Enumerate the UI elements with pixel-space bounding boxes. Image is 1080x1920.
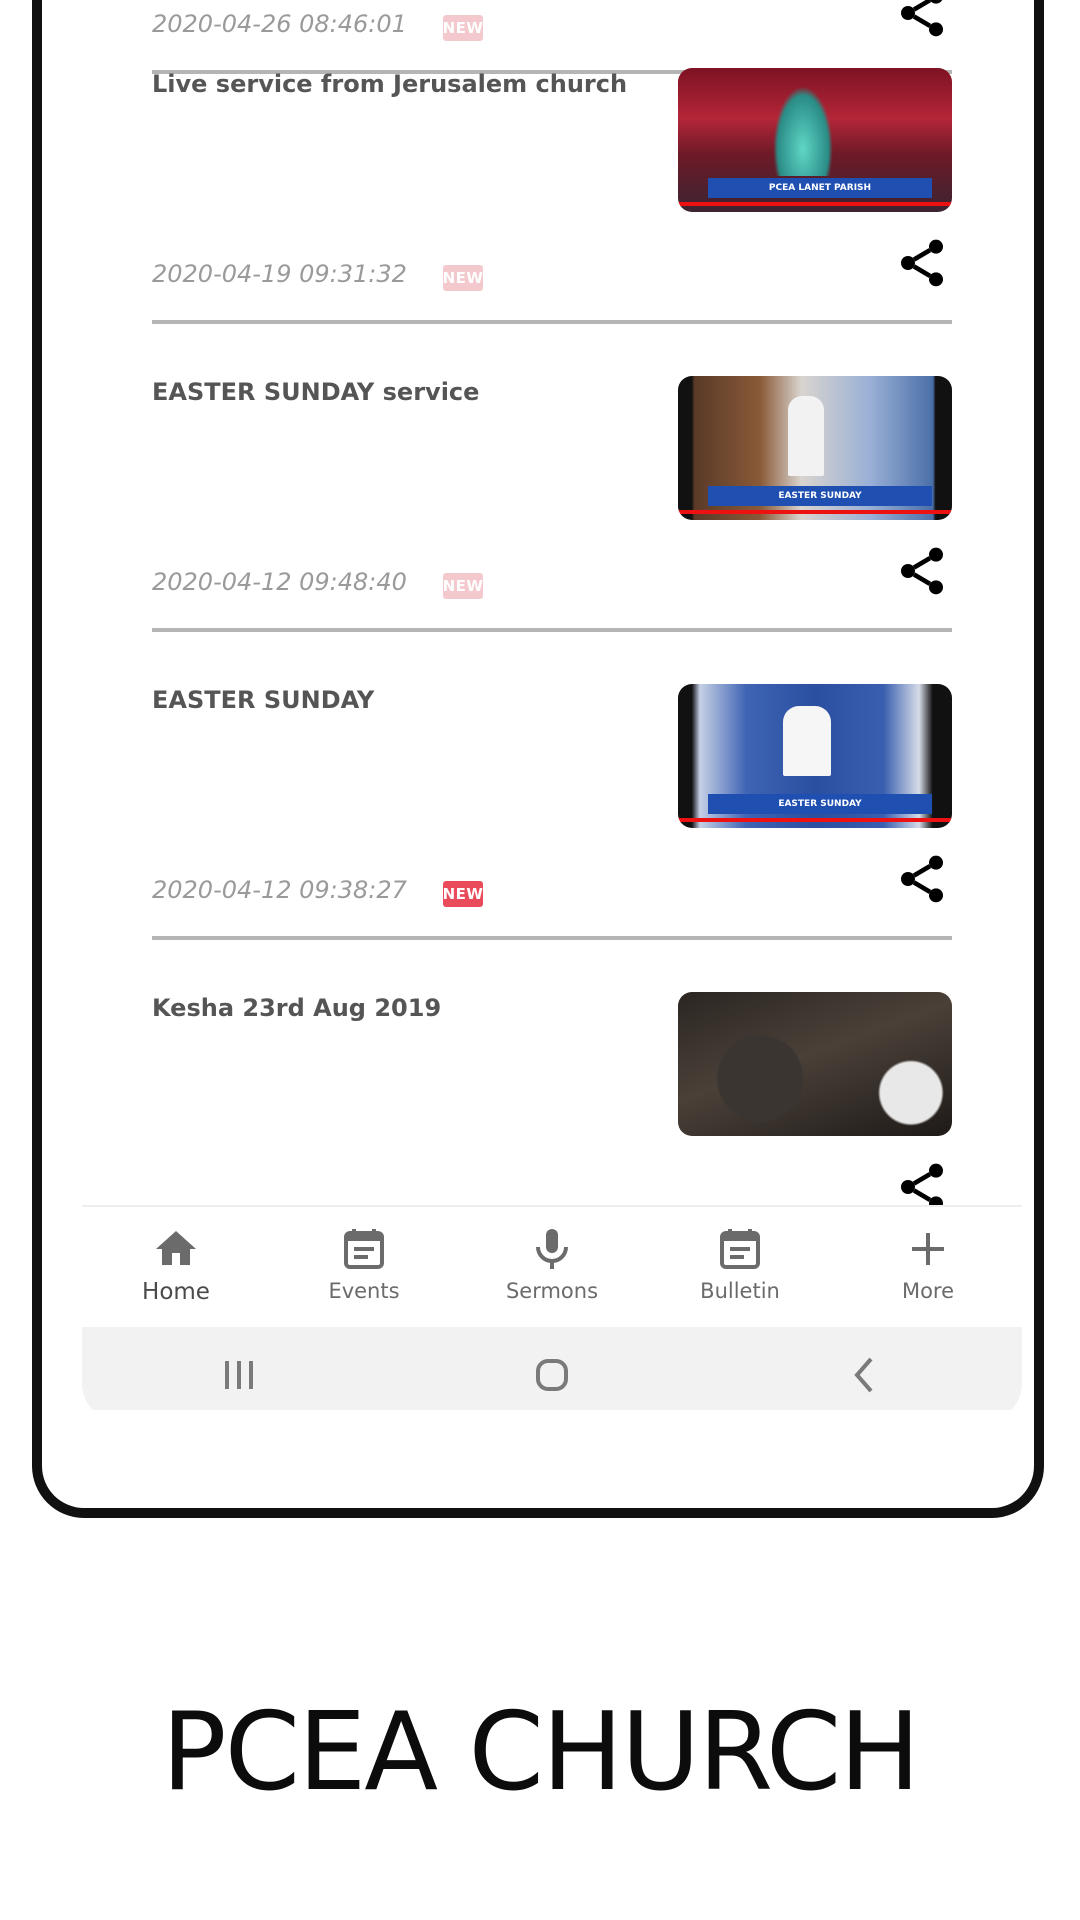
nav-label: Events (328, 1279, 400, 1303)
sermon-feed[interactable]: 2020-04-26 08:46:01 NEW Live service fro… (82, 0, 1022, 1205)
congregation-thumbnail[interactable] (678, 992, 952, 1136)
item-title: EASTER SUNDAY service (152, 378, 480, 406)
share-icon[interactable] (894, 235, 950, 291)
item-date: 2020-04-12 09:38:27 (152, 876, 407, 904)
thumbnail-stripe (678, 510, 952, 514)
item-title: Kesha 23rd Aug 2019 (152, 994, 442, 1022)
phone-frame: 2020-04-26 08:46:01 NEW Live service fro… (32, 0, 1044, 1518)
nav-events[interactable]: Events (270, 1207, 458, 1329)
home-icon (156, 1231, 196, 1265)
calendar-icon (344, 1229, 384, 1269)
nav-label: Home (142, 1279, 210, 1305)
divider (152, 936, 952, 940)
divider (152, 628, 952, 632)
share-icon[interactable] (894, 543, 950, 599)
bottom-navigation: Home Events Sermons Bulletin More (82, 1205, 1022, 1329)
pulpit-easter-thumbnail[interactable]: EASTER SUNDAY (678, 376, 952, 520)
item-date: 2020-04-19 09:31:32 (152, 260, 407, 288)
thumbnail-stripe (678, 818, 952, 822)
new-badge: NEW (443, 881, 483, 907)
thumbnail-caption: EASTER SUNDAY (708, 794, 932, 814)
preacher-easter-thumbnail[interactable]: EASTER SUNDAY (678, 684, 952, 828)
plus-icon (912, 1233, 944, 1265)
system-navigation-bar (82, 1327, 1022, 1410)
nav-bulletin[interactable]: Bulletin (646, 1207, 834, 1329)
list-item[interactable]: Live service from Jerusalem church PCEA … (82, 20, 1022, 328)
item-title: Live service from Jerusalem church (152, 70, 628, 98)
divider (152, 320, 952, 324)
back-icon[interactable] (841, 1351, 889, 1399)
thumbnail-caption: PCEA LANET PARISH (708, 178, 932, 198)
nav-sermons[interactable]: Sermons (458, 1207, 646, 1329)
new-badge: NEW (443, 573, 483, 599)
recents-icon[interactable] (215, 1351, 263, 1399)
item-title: EASTER SUNDAY (152, 686, 375, 714)
thumbnail-caption: EASTER SUNDAY (708, 486, 932, 506)
bulletin-icon (720, 1229, 760, 1269)
home-circle-icon[interactable] (528, 1351, 576, 1399)
app-screen: 2020-04-26 08:46:01 NEW Live service fro… (82, 0, 1022, 1410)
thumbnail-stripe (678, 202, 952, 206)
nav-label: More (901, 1279, 955, 1303)
share-icon[interactable] (894, 1159, 950, 1205)
new-badge: NEW (443, 265, 483, 291)
app-caption: PCEA CHURCH (161, 1690, 921, 1815)
nav-label: Bulletin (700, 1279, 780, 1303)
nav-label: Sermons (505, 1279, 599, 1303)
nav-home[interactable]: Home (82, 1207, 270, 1329)
list-item[interactable]: EASTER SUNDAY EASTER SUNDAY 2020-04-12 0… (82, 636, 1022, 944)
list-item[interactable]: EASTER SUNDAY service EASTER SUNDAY 2020… (82, 328, 1022, 636)
nav-more[interactable]: More (834, 1207, 1022, 1329)
item-date: 2020-04-12 09:48:40 (152, 568, 407, 596)
microphone-icon (536, 1229, 568, 1269)
list-item[interactable]: Kesha 23rd Aug 2019 (82, 944, 1022, 1205)
choir-altar-thumbnail[interactable]: PCEA LANET PARISH (678, 68, 952, 212)
share-icon[interactable] (894, 851, 950, 907)
